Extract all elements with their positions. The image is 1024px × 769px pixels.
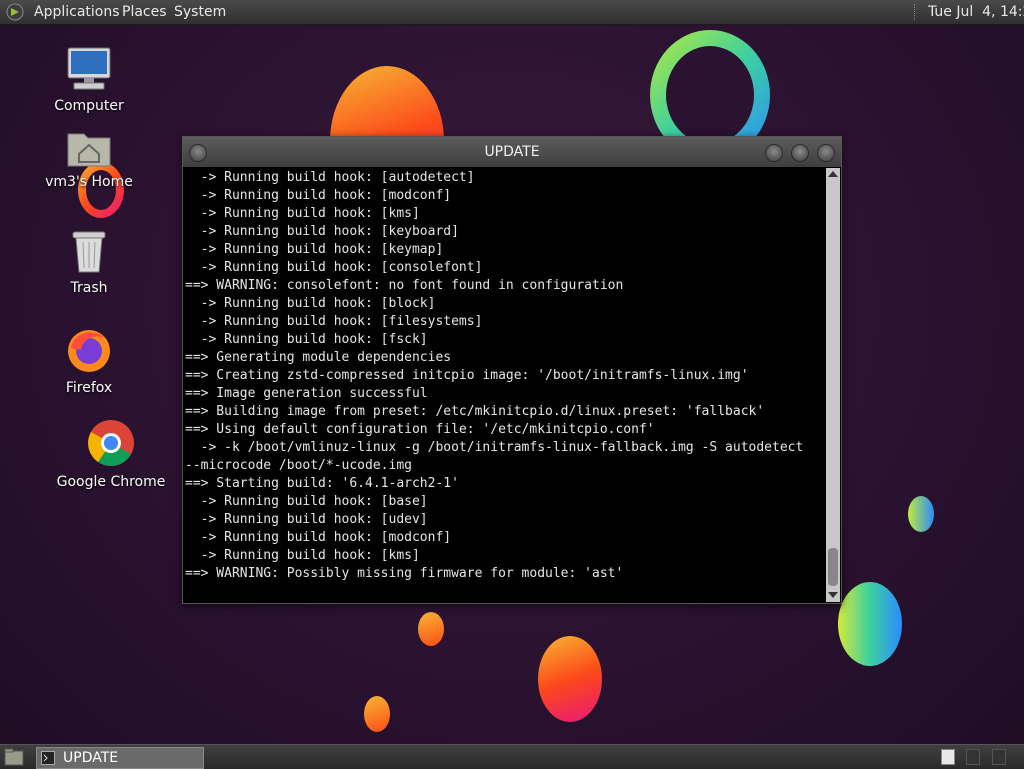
terminal-line: ==> Image generation successful — [185, 386, 428, 401]
desktop-icon-trash[interactable]: Trash — [34, 228, 144, 296]
workspace-switcher-3[interactable] — [992, 749, 1006, 765]
terminal-line: -> Running build hook: [keyboard] — [185, 224, 459, 239]
maximize-button[interactable] — [791, 144, 809, 162]
scrollbar[interactable] — [826, 168, 840, 602]
desktop-icon-home[interactable]: vm3's Home — [34, 128, 144, 190]
terminal-icon — [41, 751, 55, 765]
desktop-icon-label: vm3's Home — [45, 174, 133, 190]
menu-places[interactable]: Places — [122, 0, 167, 24]
clock[interactable]: Tue Jul 4, 14:22 — [928, 0, 1024, 24]
desktop-icon-chrome[interactable]: Google Chrome — [56, 418, 166, 490]
scroll-thumb[interactable] — [828, 548, 838, 586]
terminal-line: ==> WARNING: Possibly missing firmware f… — [185, 566, 624, 581]
menu-system[interactable]: System — [174, 0, 226, 24]
desktop-icon-firefox[interactable]: Firefox — [34, 326, 144, 396]
window-title: UPDATE — [484, 144, 540, 160]
terminal-line: -> Running build hook: [kms] — [185, 548, 420, 563]
terminal-output[interactable]: -> Running build hook: [autodetect] -> R… — [185, 168, 825, 599]
desktop-icon-label: Firefox — [65, 380, 113, 396]
workspace-switcher-2[interactable] — [966, 749, 980, 765]
close-button[interactable] — [817, 144, 835, 162]
desktop-icon-label: Trash — [70, 280, 108, 296]
terminal-line: ==> Starting build: '6.4.1-arch2-1' — [185, 476, 459, 491]
workspace-switcher-1[interactable] — [941, 749, 955, 765]
terminal-line: -> Running build hook: [modconf] — [185, 530, 452, 545]
terminal-line: -> Running build hook: [kms] — [185, 206, 420, 221]
terminal-window[interactable]: UPDATE -> Running build hook: [autodetec… — [182, 136, 842, 604]
taskbar-item-update[interactable]: UPDATE — [36, 747, 204, 769]
wallpaper-blob-orange-2 — [538, 636, 602, 722]
window-titlebar[interactable]: UPDATE — [183, 137, 841, 167]
terminal-line: -> Running build hook: [modconf] — [185, 188, 452, 203]
top-panel: Applications Places System Tue Jul 4, 14… — [0, 0, 1024, 25]
firefox-icon — [68, 330, 110, 372]
terminal-line: -> Running build hook: [fsck] — [185, 332, 428, 347]
terminal-line: -> Running build hook: [block] — [185, 296, 436, 311]
menu-applications[interactable]: Applications — [34, 0, 120, 24]
desktop-icon-label: Google Chrome — [56, 474, 166, 490]
wallpaper-blob-orange-3 — [364, 696, 390, 732]
distro-logo-icon[interactable] — [6, 3, 24, 21]
scroll-down-arrow-icon[interactable] — [828, 592, 838, 598]
terminal-line: -> Running build hook: [udev] — [185, 512, 428, 527]
show-desktop-icon[interactable] — [4, 748, 24, 766]
wallpaper-blob-small-green — [908, 496, 934, 532]
wallpaper-blob-orange-1 — [418, 612, 444, 646]
terminal-line: --microcode /boot/*-ucode.img — [185, 458, 412, 473]
terminal-line: ==> Creating zstd-compressed initcpio im… — [185, 368, 749, 383]
computer-icon — [67, 47, 111, 90]
home-folder-icon — [67, 133, 111, 167]
minimize-button[interactable] — [765, 144, 783, 162]
terminal-line: ==> Generating module dependencies — [185, 350, 452, 365]
terminal-line: -> Running build hook: [autodetect] — [185, 170, 475, 185]
terminal-line: ==> WARNING: consolefont: no font found … — [185, 278, 624, 293]
window-menu-button[interactable] — [189, 144, 207, 162]
terminal-line: -> Running build hook: [base] — [185, 494, 428, 509]
chrome-icon — [88, 420, 134, 466]
trash-icon — [72, 231, 106, 273]
wallpaper-blob-green-large — [838, 582, 902, 666]
terminal-line: -> -k /boot/vmlinuz-linux -g /boot/initr… — [185, 440, 804, 455]
terminal-line: -> Running build hook: [consolefont] — [185, 260, 483, 275]
terminal-line: -> Running build hook: [keymap] — [185, 242, 444, 257]
terminal-line: ==> Using default configuration file: '/… — [185, 422, 655, 437]
taskbar-item-label: UPDATE — [63, 750, 119, 766]
terminal-line: ==> Building image from preset: /etc/mki… — [185, 404, 765, 419]
panel-separator — [914, 4, 917, 20]
desktop-icon-label: Computer — [54, 98, 124, 114]
bottom-panel: UPDATE — [0, 744, 1024, 769]
scroll-up-arrow-icon[interactable] — [828, 171, 838, 177]
desktop-icon-computer[interactable]: Computer — [34, 46, 144, 114]
terminal-line: -> Running build hook: [filesystems] — [185, 314, 483, 329]
